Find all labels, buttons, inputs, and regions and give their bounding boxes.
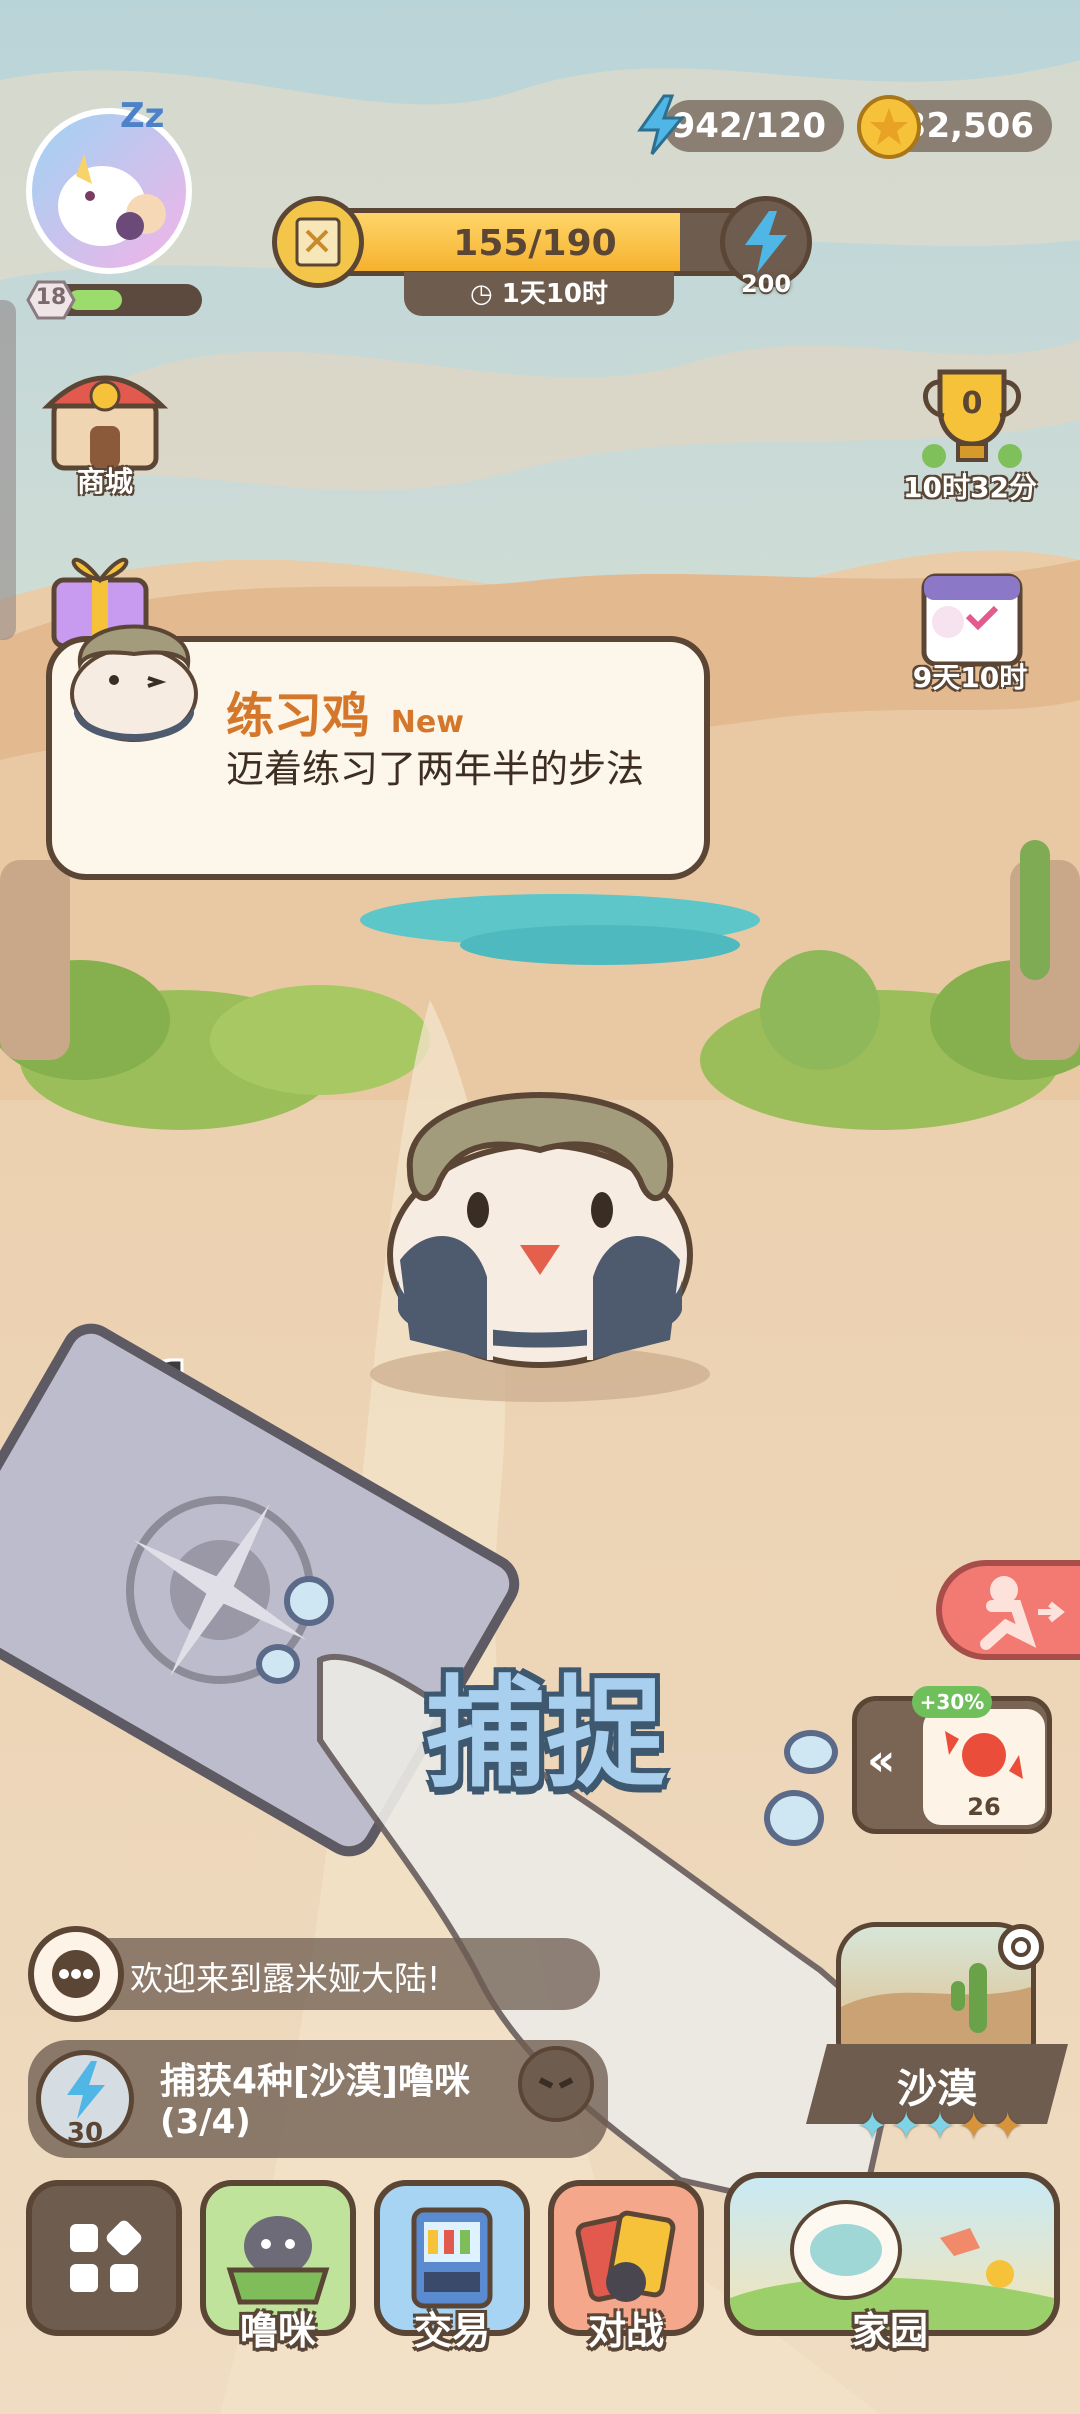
sleep-icon: Zz [120, 96, 165, 136]
avatar-character-icon [58, 154, 166, 246]
trophy-button[interactable]: 0 [910, 352, 1034, 476]
bait-bonus-badge: +30% [912, 1686, 992, 1718]
pass-progress-text: 155/190 [453, 223, 617, 264]
level-text: 18 [35, 285, 67, 310]
region-info-icon[interactable] [998, 1924, 1044, 1970]
capture-button-label: 捕捉 [426, 1665, 666, 1804]
energy-value: 942/120 [671, 106, 826, 146]
quest-title: 捕获4种[沙漠]噜咪 [160, 2061, 470, 2102]
quest-panel[interactable]: 30 捕获4种[沙漠]噜咪 (3/4) [28, 2040, 608, 2158]
nav-home-label: 家园 [851, 2309, 928, 2353]
energy-icon [628, 92, 694, 158]
creature-sprite[interactable] [370, 1030, 710, 1370]
bait-bonus-text: +30% [919, 1690, 985, 1714]
trophy-timer: 10时32分 [903, 471, 1037, 504]
star-empty-icon: ✦ [957, 2104, 990, 2148]
left-drawer-handle[interactable] [0, 300, 16, 640]
coin-icon [856, 94, 922, 160]
pass-timer-text: 1天10时 [501, 279, 609, 309]
bubble-icon [784, 1730, 838, 1774]
clock-icon: ◷ [469, 279, 493, 309]
level-badge: 18 [18, 280, 84, 320]
chevron-left-icon[interactable]: « [867, 1735, 895, 1786]
calendar-icon [921, 573, 1023, 667]
bubble-icon [256, 1644, 300, 1684]
shop-button[interactable] [40, 356, 170, 476]
star-filled-icon: ✦ [924, 2104, 956, 2148]
coin-value: 32,506 [902, 106, 1034, 146]
nav-battle-label: 对战 [587, 2309, 664, 2353]
star-filled-icon: ✦ [856, 2104, 889, 2148]
chat-bar[interactable]: 欢迎来到露米娅大陆! [60, 1938, 600, 2010]
creature-description: 迈着练习了两年半的步法 [226, 747, 645, 791]
bubble-icon [284, 1576, 334, 1626]
bait-count: 26 [967, 1793, 1001, 1821]
menu-button[interactable] [26, 2180, 182, 2336]
creature-name: 练习鸡 New [226, 676, 464, 746]
pass-timer: ◷ 1天10时 [404, 272, 674, 316]
shop-label: 商城 [76, 465, 133, 498]
star-filled-icon: ✦ [890, 2104, 923, 2148]
creature-portrait [64, 604, 204, 744]
star-empty-icon: ✦ [991, 2104, 1024, 2148]
bubble-icon [764, 1790, 824, 1846]
chat-button[interactable] [28, 1926, 124, 2022]
run-icon [980, 1576, 1065, 1650]
nav-trade-label: 交易 [413, 2309, 490, 2353]
quest-reward-count: 30 [66, 2118, 104, 2148]
capture-button[interactable]: 捕捉 [386, 1636, 706, 1804]
chat-message: 欢迎来到露米娅大陆! [130, 1959, 441, 1998]
pass-reward-count: 200 [740, 270, 792, 298]
shop-icon [41, 375, 169, 471]
more-dots-icon [52, 1950, 100, 1998]
region-stars: ✦ ✦ ✦ ✦ ✦ [830, 2104, 1050, 2148]
avatar[interactable] [26, 108, 192, 274]
bait-slot[interactable]: 26 [923, 1709, 1045, 1825]
calendar-button[interactable] [912, 560, 1032, 670]
creature-name-text: 练习鸡 [226, 688, 371, 744]
quest-progress: (3/4) [160, 2102, 251, 2142]
nav-pets-label: 噜咪 [239, 2309, 316, 2353]
new-tag: New [390, 705, 464, 740]
quest-creature-icon [518, 2046, 594, 2122]
trophy-count: 0 [961, 386, 983, 421]
calendar-timer: 9天10时 [912, 661, 1028, 694]
grid-menu-icon [70, 2220, 142, 2292]
pass-scroll-icon [272, 196, 364, 288]
flee-button[interactable] [936, 1560, 1080, 1660]
pass-progress-bar[interactable]: 155/190 [300, 208, 770, 276]
